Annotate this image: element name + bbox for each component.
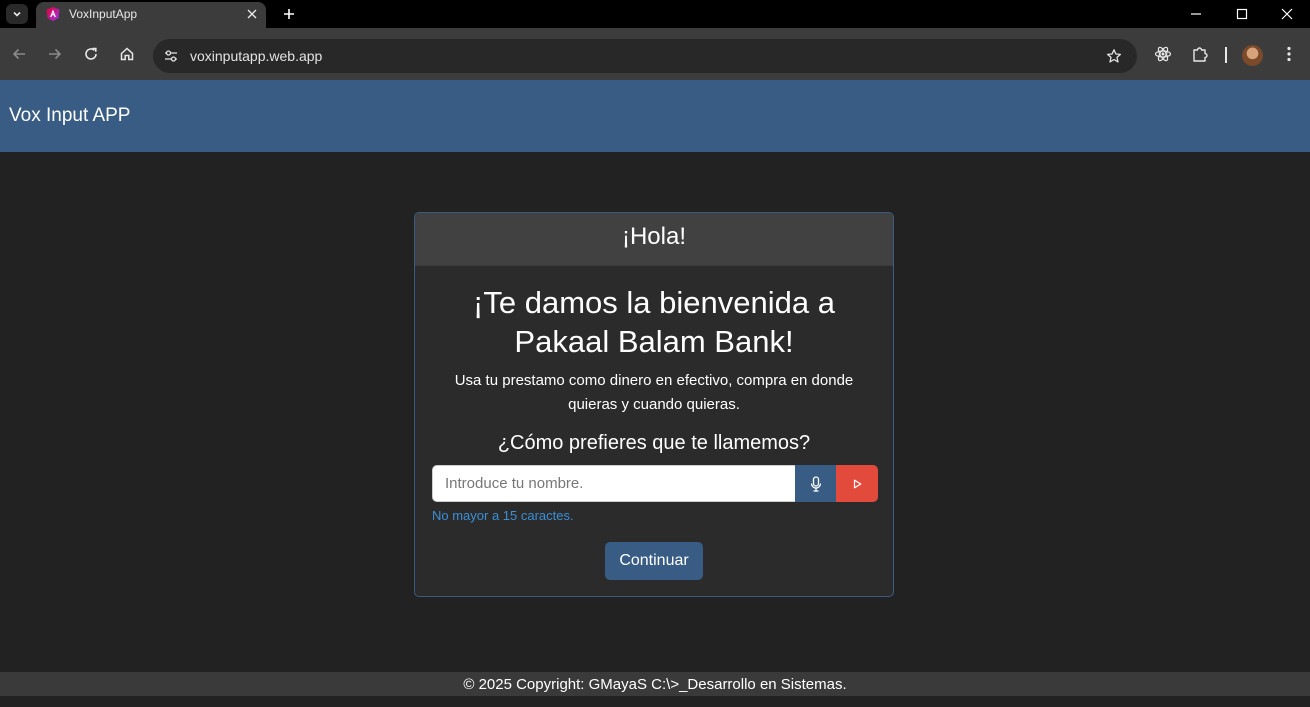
tab-list-button[interactable]	[6, 4, 28, 24]
arrow-right-icon	[49, 48, 62, 60]
minimize-button[interactable]	[1173, 0, 1219, 28]
welcome-card: ¡Hola! ¡Te damos la bienvenida a Pakaal …	[414, 212, 894, 597]
card-header-title: ¡Hola!	[621, 223, 687, 250]
welcome-subtitle: Usa tu prestamo como dinero en efectivo,…	[454, 372, 854, 413]
tab-title: VoxInputApp	[69, 7, 138, 21]
address-bar[interactable]: voxinputapp.web.app	[153, 39, 1137, 73]
angular-favicon-icon	[46, 7, 60, 21]
plus-icon	[284, 9, 294, 19]
more-vertical-icon	[1287, 46, 1291, 62]
react-icon	[1154, 46, 1172, 62]
name-input-group	[432, 465, 878, 502]
card-header: ¡Hola!	[415, 213, 893, 266]
toolbar-separator	[1225, 47, 1227, 63]
browser-tab[interactable]: VoxInputApp	[36, 2, 266, 28]
continue-button[interactable]: Continuar	[605, 542, 703, 580]
star-icon	[1106, 49, 1122, 63]
new-tab-button[interactable]	[278, 4, 300, 24]
extensions-button[interactable]	[1190, 44, 1210, 64]
maximize-icon	[1236, 8, 1248, 20]
forward-button[interactable]	[43, 42, 67, 66]
puzzle-icon	[1193, 47, 1208, 62]
close-icon	[247, 9, 257, 19]
minimize-icon	[1191, 13, 1201, 15]
arrow-left-icon	[12, 48, 25, 60]
name-question: ¿Cómo prefieres que te llamemos?	[497, 432, 811, 454]
close-window-button[interactable]	[1264, 0, 1310, 28]
maximize-button[interactable]	[1219, 0, 1265, 28]
back-button[interactable]	[7, 42, 31, 66]
url-text: voxinputapp.web.app	[190, 48, 323, 64]
browser-tab-bar: VoxInputApp	[0, 0, 1310, 28]
play-icon	[853, 479, 861, 488]
browser-menu-button[interactable]	[1279, 44, 1299, 64]
close-icon	[1281, 8, 1293, 20]
app-title[interactable]: Vox Input APP	[9, 105, 130, 127]
reload-button[interactable]	[79, 42, 103, 66]
tab-close-button[interactable]	[244, 6, 260, 22]
bookmark-button[interactable]	[1105, 47, 1123, 65]
name-input[interactable]	[432, 465, 796, 502]
browser-toolbar: voxinputapp.web.app	[0, 28, 1310, 80]
input-hint: No mayor a 15 caractes.	[432, 508, 574, 523]
site-info-button[interactable]	[162, 47, 180, 65]
reload-icon	[85, 47, 97, 60]
chevron-down-icon	[13, 11, 21, 17]
voice-input-button[interactable]	[795, 465, 836, 502]
profile-avatar[interactable]	[1242, 45, 1263, 66]
home-icon	[120, 47, 134, 61]
footer: © 2025 Copyright: GMayaS C:\>_Desarrollo…	[0, 672, 1310, 696]
home-button[interactable]	[115, 42, 139, 66]
microphone-icon	[810, 475, 821, 492]
react-devtools-button[interactable]	[1153, 44, 1173, 64]
welcome-heading: ¡Te damos la bienvenida a Pakaal Balam B…	[473, 285, 835, 359]
play-button[interactable]	[836, 465, 878, 502]
tune-icon	[165, 50, 177, 62]
app-header: Vox Input APP	[0, 80, 1310, 152]
footer-copyright: © 2025 Copyright: GMayaS C:\>_Desarrollo…	[463, 676, 847, 693]
